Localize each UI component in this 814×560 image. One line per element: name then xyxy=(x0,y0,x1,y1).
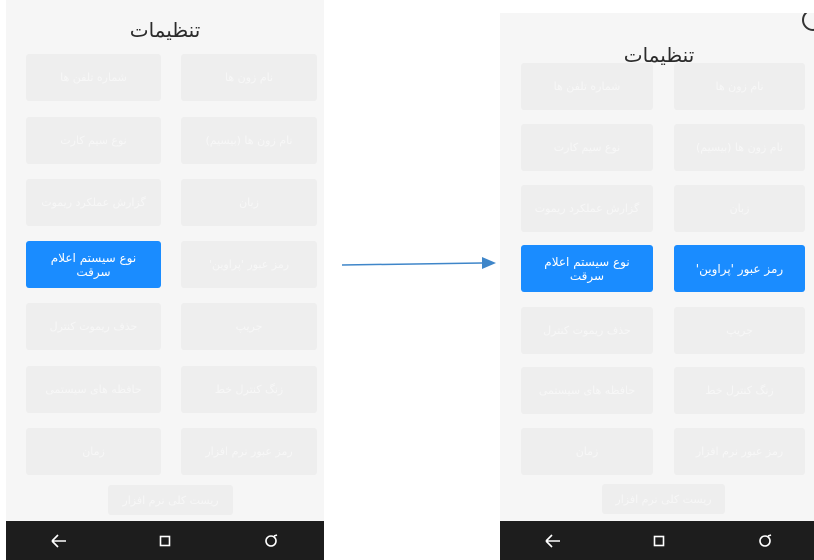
recents-icon[interactable] xyxy=(260,530,282,552)
wireless-zone-names-button[interactable]: نام زون ها (بیسیم) xyxy=(674,124,805,171)
zone-names-button[interactable]: نام زون ها xyxy=(674,63,805,110)
language-button[interactable]: زبان xyxy=(181,179,317,226)
sim-type-button[interactable]: نوع سیم کارت xyxy=(26,117,161,164)
phone-numbers-button[interactable]: شماره تلفن ها xyxy=(26,54,161,101)
line-control-bell-button[interactable]: زنگ کنترل خط xyxy=(181,366,317,413)
android-navbar xyxy=(500,521,814,560)
remote-report-button[interactable]: گزارش عملکرد ریموت xyxy=(521,185,653,232)
zone-names-button[interactable]: نام زون ها xyxy=(181,54,317,101)
remote-report-button[interactable]: گزارش عملکرد ریموت xyxy=(26,179,161,226)
home-icon[interactable] xyxy=(154,530,176,552)
grip-button[interactable]: جریپ xyxy=(181,303,317,350)
phone-screen-after: تنظیمات نام زون ها شماره تلفن ها نام زون… xyxy=(500,13,814,560)
sim-type-button[interactable]: نوع سیم کارت xyxy=(521,124,653,171)
page-title: تنظیمات xyxy=(129,18,201,42)
recents-icon[interactable] xyxy=(754,530,776,552)
wireless-zone-names-button[interactable]: نام زون ها (بیسیم) xyxy=(181,117,317,164)
pravin-password-button[interactable]: رمز عبور 'پراوین' xyxy=(181,241,317,288)
software-password-button[interactable]: رمز عبور نرم افزار xyxy=(181,428,317,475)
back-icon[interactable] xyxy=(48,530,70,552)
software-reset-button[interactable]: ریست کلی نرم افزار xyxy=(602,484,725,514)
transition-arrow-icon xyxy=(341,257,496,269)
back-icon[interactable] xyxy=(542,530,564,552)
software-password-button[interactable]: رمز عبور نرم افزار xyxy=(674,428,805,475)
system-memory-button[interactable]: حافظه های سیستمی xyxy=(26,366,161,413)
delete-remote-button[interactable]: حذف ریموت کنترل xyxy=(26,303,161,350)
home-icon[interactable] xyxy=(648,530,670,552)
phone-screen-before: تنظیمات نام زون ها شماره تلفن ها نام زون… xyxy=(6,0,324,560)
alarm-system-type-button[interactable]: نوع سیستم اعلام سرقت xyxy=(521,245,653,292)
time-button[interactable]: زمان xyxy=(521,428,653,475)
language-button[interactable]: زبان xyxy=(674,185,805,232)
alarm-system-type-button[interactable]: نوع سیستم اعلام سرقت xyxy=(26,241,161,288)
phone-numbers-button[interactable]: شماره تلفن ها xyxy=(521,63,653,110)
delete-remote-button[interactable]: حذف ریموت کنترل xyxy=(521,307,653,354)
line-control-bell-button[interactable]: زنگ کنترل خط xyxy=(674,367,805,414)
grip-button[interactable]: جریپ xyxy=(674,307,805,354)
software-reset-button[interactable]: ریست کلی نرم افزار xyxy=(108,485,233,515)
android-navbar xyxy=(6,521,324,560)
system-memory-button[interactable]: حافظه های سیستمی xyxy=(521,367,653,414)
status-circle-icon xyxy=(802,13,814,31)
pravin-password-button[interactable]: رمز عبور 'پراوین' xyxy=(674,245,805,292)
time-button[interactable]: زمان xyxy=(26,428,161,475)
